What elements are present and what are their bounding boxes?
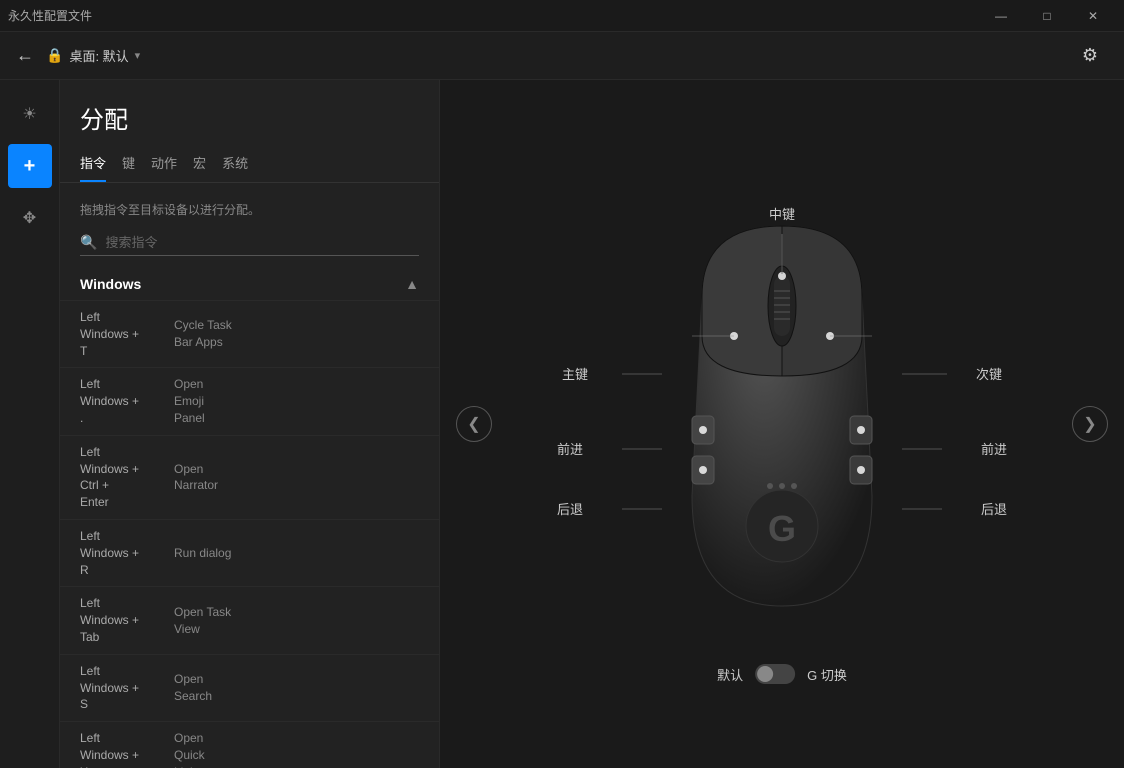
cmd-desc: Run dialog — [174, 545, 231, 562]
back-left-label: 后退 — [557, 499, 583, 518]
secondary-button-label: 次键 — [976, 364, 1002, 383]
tab-commands[interactable]: 指令 — [80, 145, 106, 182]
nav-left-button[interactable]: ❮ — [456, 406, 492, 442]
close-button[interactable]: ✕ — [1070, 0, 1116, 32]
main-layout: ☀ + ✥ 分配 指令 键 动作 宏 系统 拖拽指令至目标设备以进行分配。 🔍 … — [0, 80, 1124, 768]
tab-actions[interactable]: 动作 — [151, 145, 177, 182]
cmd-desc: OpenQuickLinks — [174, 730, 205, 768]
section-toggle[interactable]: ▲ — [405, 276, 419, 292]
g-switch-label: G 切换 — [807, 665, 847, 684]
mouse-image: G — [662, 216, 902, 616]
list-item[interactable]: LeftWindows +S OpenSearch — [60, 654, 439, 721]
cmd-desc: OpenNarrator — [174, 461, 218, 495]
cmd-key: LeftWindows +. — [80, 376, 170, 426]
app-title: 永久性配置文件 — [8, 7, 92, 24]
minimize-button[interactable]: — — [978, 0, 1024, 32]
lock-icon: 🔒 — [46, 47, 63, 64]
tab-macros[interactable]: 宏 — [193, 145, 206, 182]
svg-text:G: G — [768, 508, 796, 549]
section-header: Windows ▲ — [60, 264, 439, 300]
list-item[interactable]: LeftWindows +X OpenQuickLinks — [60, 721, 439, 768]
profile-label: 桌面: 默认 — [69, 46, 128, 65]
cmd-key: LeftWindows +X — [80, 730, 170, 768]
back-right-label: 后退 — [981, 499, 1007, 518]
mouse-diagram: 中键 主键 次键 前进 前进 后退 后退 — [502, 144, 1062, 704]
command-tabs: 指令 键 动作 宏 系统 — [60, 145, 439, 183]
title-bar-controls: — □ ✕ — [978, 0, 1116, 32]
search-icon: 🔍 — [80, 234, 97, 251]
command-hint: 拖拽指令至目标设备以进行分配。 — [60, 193, 439, 226]
cmd-key: LeftWindows +Tab — [80, 595, 170, 645]
cmd-desc: Open TaskView — [174, 604, 231, 638]
maximize-button[interactable]: □ — [1024, 0, 1070, 32]
default-label: 默认 — [717, 665, 743, 684]
sidebar-move-button[interactable]: ✥ — [8, 196, 52, 240]
cmd-key: LeftWindows +Ctrl +Enter — [80, 444, 170, 511]
cmd-key: LeftWindows +R — [80, 528, 170, 578]
section-title: Windows — [80, 276, 141, 292]
primary-button-label: 主键 — [562, 364, 588, 383]
settings-button[interactable]: ⚙ — [1072, 38, 1108, 74]
command-list: Windows ▲ LeftWindows +T Cycle TaskBar A… — [60, 264, 439, 768]
list-item[interactable]: LeftWindows +Ctrl +Enter OpenNarrator — [60, 435, 439, 519]
tab-keys[interactable]: 键 — [122, 145, 135, 182]
search-bar: 🔍 — [80, 234, 419, 256]
title-bar-left: 永久性配置文件 — [8, 7, 92, 24]
cmd-key: LeftWindows +S — [80, 663, 170, 713]
header-profile: 🔒 桌面: 默认 ▾ — [46, 46, 140, 65]
cmd-desc: OpenSearch — [174, 671, 212, 705]
search-input[interactable] — [105, 235, 419, 250]
cmd-desc: OpenEmojiPanel — [174, 376, 205, 426]
list-item[interactable]: LeftWindows +T Cycle TaskBar Apps — [60, 300, 439, 367]
back-button[interactable]: ← — [16, 45, 34, 66]
forward-left-label: 前进 — [557, 439, 583, 458]
icon-sidebar: ☀ + ✥ — [0, 80, 60, 768]
header: ← 🔒 桌面: 默认 ▾ ⚙ — [0, 32, 1124, 80]
list-item[interactable]: LeftWindows +Tab Open TaskView — [60, 586, 439, 653]
forward-right-label: 前进 — [981, 439, 1007, 458]
title-bar: 永久性配置文件 — □ ✕ — [0, 0, 1124, 32]
mouse-area: ❮ ❯ 中键 主键 次键 前进 前进 后退 后退 — [440, 80, 1124, 768]
chevron-down-icon[interactable]: ▾ — [135, 49, 141, 62]
nav-right-button[interactable]: ❯ — [1072, 406, 1108, 442]
sidebar-assign-button[interactable]: + — [8, 144, 52, 188]
command-panel: 分配 指令 键 动作 宏 系统 拖拽指令至目标设备以进行分配。 🔍 Window… — [60, 80, 440, 768]
cmd-desc: Cycle TaskBar Apps — [174, 317, 232, 351]
list-item[interactable]: LeftWindows +. OpenEmojiPanel — [60, 367, 439, 434]
bottom-controls: 默认 G 切换 — [717, 664, 847, 684]
tab-system[interactable]: 系统 — [222, 145, 248, 182]
panel-title: 分配 — [60, 80, 439, 145]
toggle-switch[interactable] — [755, 664, 795, 684]
list-item[interactable]: LeftWindows +R Run dialog — [60, 519, 439, 586]
sidebar-brightness-button[interactable]: ☀ — [8, 92, 52, 136]
cmd-key: LeftWindows +T — [80, 309, 170, 359]
